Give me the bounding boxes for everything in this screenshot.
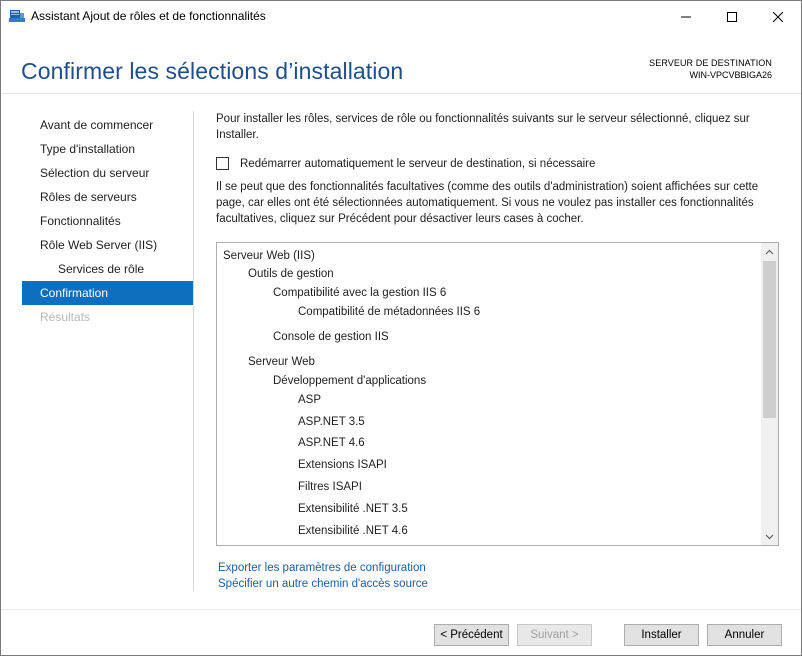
server-manager-icon bbox=[9, 10, 25, 22]
list-item: ASP bbox=[298, 394, 322, 406]
list-item: Console de gestion IIS bbox=[273, 331, 389, 343]
nav-step-role-services[interactable]: Services de rôle bbox=[22, 257, 193, 281]
export-config-link[interactable]: Exporter les paramètres de configuration bbox=[218, 562, 426, 574]
previous-button[interactable]: < Précédent bbox=[434, 624, 509, 646]
minimize-button[interactable] bbox=[663, 1, 709, 32]
intro-text: Pour installer les rôles, services de rô… bbox=[216, 113, 750, 141]
selections-list[interactable]: Serveur Web (IIS) Outils de gestion Comp… bbox=[216, 242, 779, 546]
close-icon bbox=[773, 11, 783, 22]
scroll-up-button[interactable] bbox=[761, 243, 778, 260]
next-button: Suivant > bbox=[517, 624, 592, 646]
list-item: Filtres ISAPI bbox=[298, 481, 362, 493]
restart-checkbox[interactable] bbox=[216, 157, 229, 170]
restart-option[interactable]: Redémarrer automatiquement le serveur de… bbox=[216, 157, 595, 170]
install-button[interactable]: Installer bbox=[624, 624, 699, 646]
nav-step-before-you-begin[interactable]: Avant de commencer bbox=[22, 113, 193, 137]
list-item: ASP.NET 4.6 bbox=[298, 437, 365, 449]
nav-divider bbox=[193, 111, 194, 591]
nav-step-features[interactable]: Fonctionnalités bbox=[22, 209, 193, 233]
window-title: Assistant Ajout de rôles et de fonctionn… bbox=[31, 9, 266, 23]
scroll-down-button[interactable] bbox=[761, 528, 778, 545]
maximize-button[interactable] bbox=[709, 1, 755, 32]
wizard-window: Assistant Ajout de rôles et de fonctionn… bbox=[0, 0, 802, 656]
list-item: Serveur Web (IIS) bbox=[223, 250, 315, 262]
destination-server-name: WIN-VPCVBBIGA26 bbox=[689, 70, 772, 80]
footer-divider bbox=[1, 609, 801, 610]
destination-server-label: SERVEUR DE DESTINATION bbox=[649, 58, 772, 68]
wizard-header: Confirmer les sélections d’installation … bbox=[1, 32, 801, 94]
minimize-icon bbox=[681, 16, 691, 17]
nav-step-web-server-role[interactable]: Rôle Web Server (IIS) bbox=[22, 233, 193, 257]
list-item: Extensibilité .NET 4.6 bbox=[298, 525, 408, 537]
close-button[interactable] bbox=[755, 1, 801, 32]
restart-checkbox-label[interactable]: Redémarrer automatiquement le serveur de… bbox=[240, 158, 595, 170]
alternate-source-link[interactable]: Spécifier un autre chemin d'accès source bbox=[218, 578, 428, 590]
nav-step-installation-type[interactable]: Type d'installation bbox=[22, 137, 193, 161]
cancel-button[interactable]: Annuler bbox=[707, 624, 782, 646]
wizard-steps-nav: Avant de commencer Type d'installation S… bbox=[22, 113, 193, 329]
nav-step-server-selection[interactable]: Sélection du serveur bbox=[22, 161, 193, 185]
vertical-scrollbar[interactable] bbox=[761, 243, 778, 545]
nav-step-results: Résultats bbox=[40, 310, 91, 324]
chevron-up-icon bbox=[765, 249, 774, 254]
list-item: Extensibilité .NET 3.5 bbox=[298, 503, 408, 515]
list-item: Compatibilité de métadonnées IIS 6 bbox=[298, 306, 481, 318]
title-bar: Assistant Ajout de rôles et de fonctionn… bbox=[1, 1, 801, 32]
page-title: Confirmer les sélections d’installation bbox=[21, 58, 404, 84]
nav-step-confirmation[interactable]: Confirmation bbox=[22, 281, 193, 305]
scrollbar-thumb[interactable] bbox=[763, 261, 776, 418]
list-item: Développement d'applications bbox=[273, 375, 427, 387]
list-item: Serveur Web bbox=[248, 356, 315, 368]
list-item: Extensions ISAPI bbox=[298, 459, 387, 471]
list-item: Compatibilité avec la gestion IIS 6 bbox=[273, 287, 447, 299]
list-item: ASP.NET 3.5 bbox=[298, 416, 365, 428]
list-item: Outils de gestion bbox=[248, 268, 334, 280]
optional-features-note: Il se peut que des fonctionnalités facul… bbox=[216, 181, 759, 225]
selections-list-content: Serveur Web (IIS) Outils de gestion Comp… bbox=[217, 243, 762, 545]
maximize-icon bbox=[727, 11, 737, 22]
nav-step-server-roles[interactable]: Rôles de serveurs bbox=[22, 185, 193, 209]
header-divider bbox=[1, 93, 801, 94]
chevron-down-icon bbox=[765, 534, 774, 539]
